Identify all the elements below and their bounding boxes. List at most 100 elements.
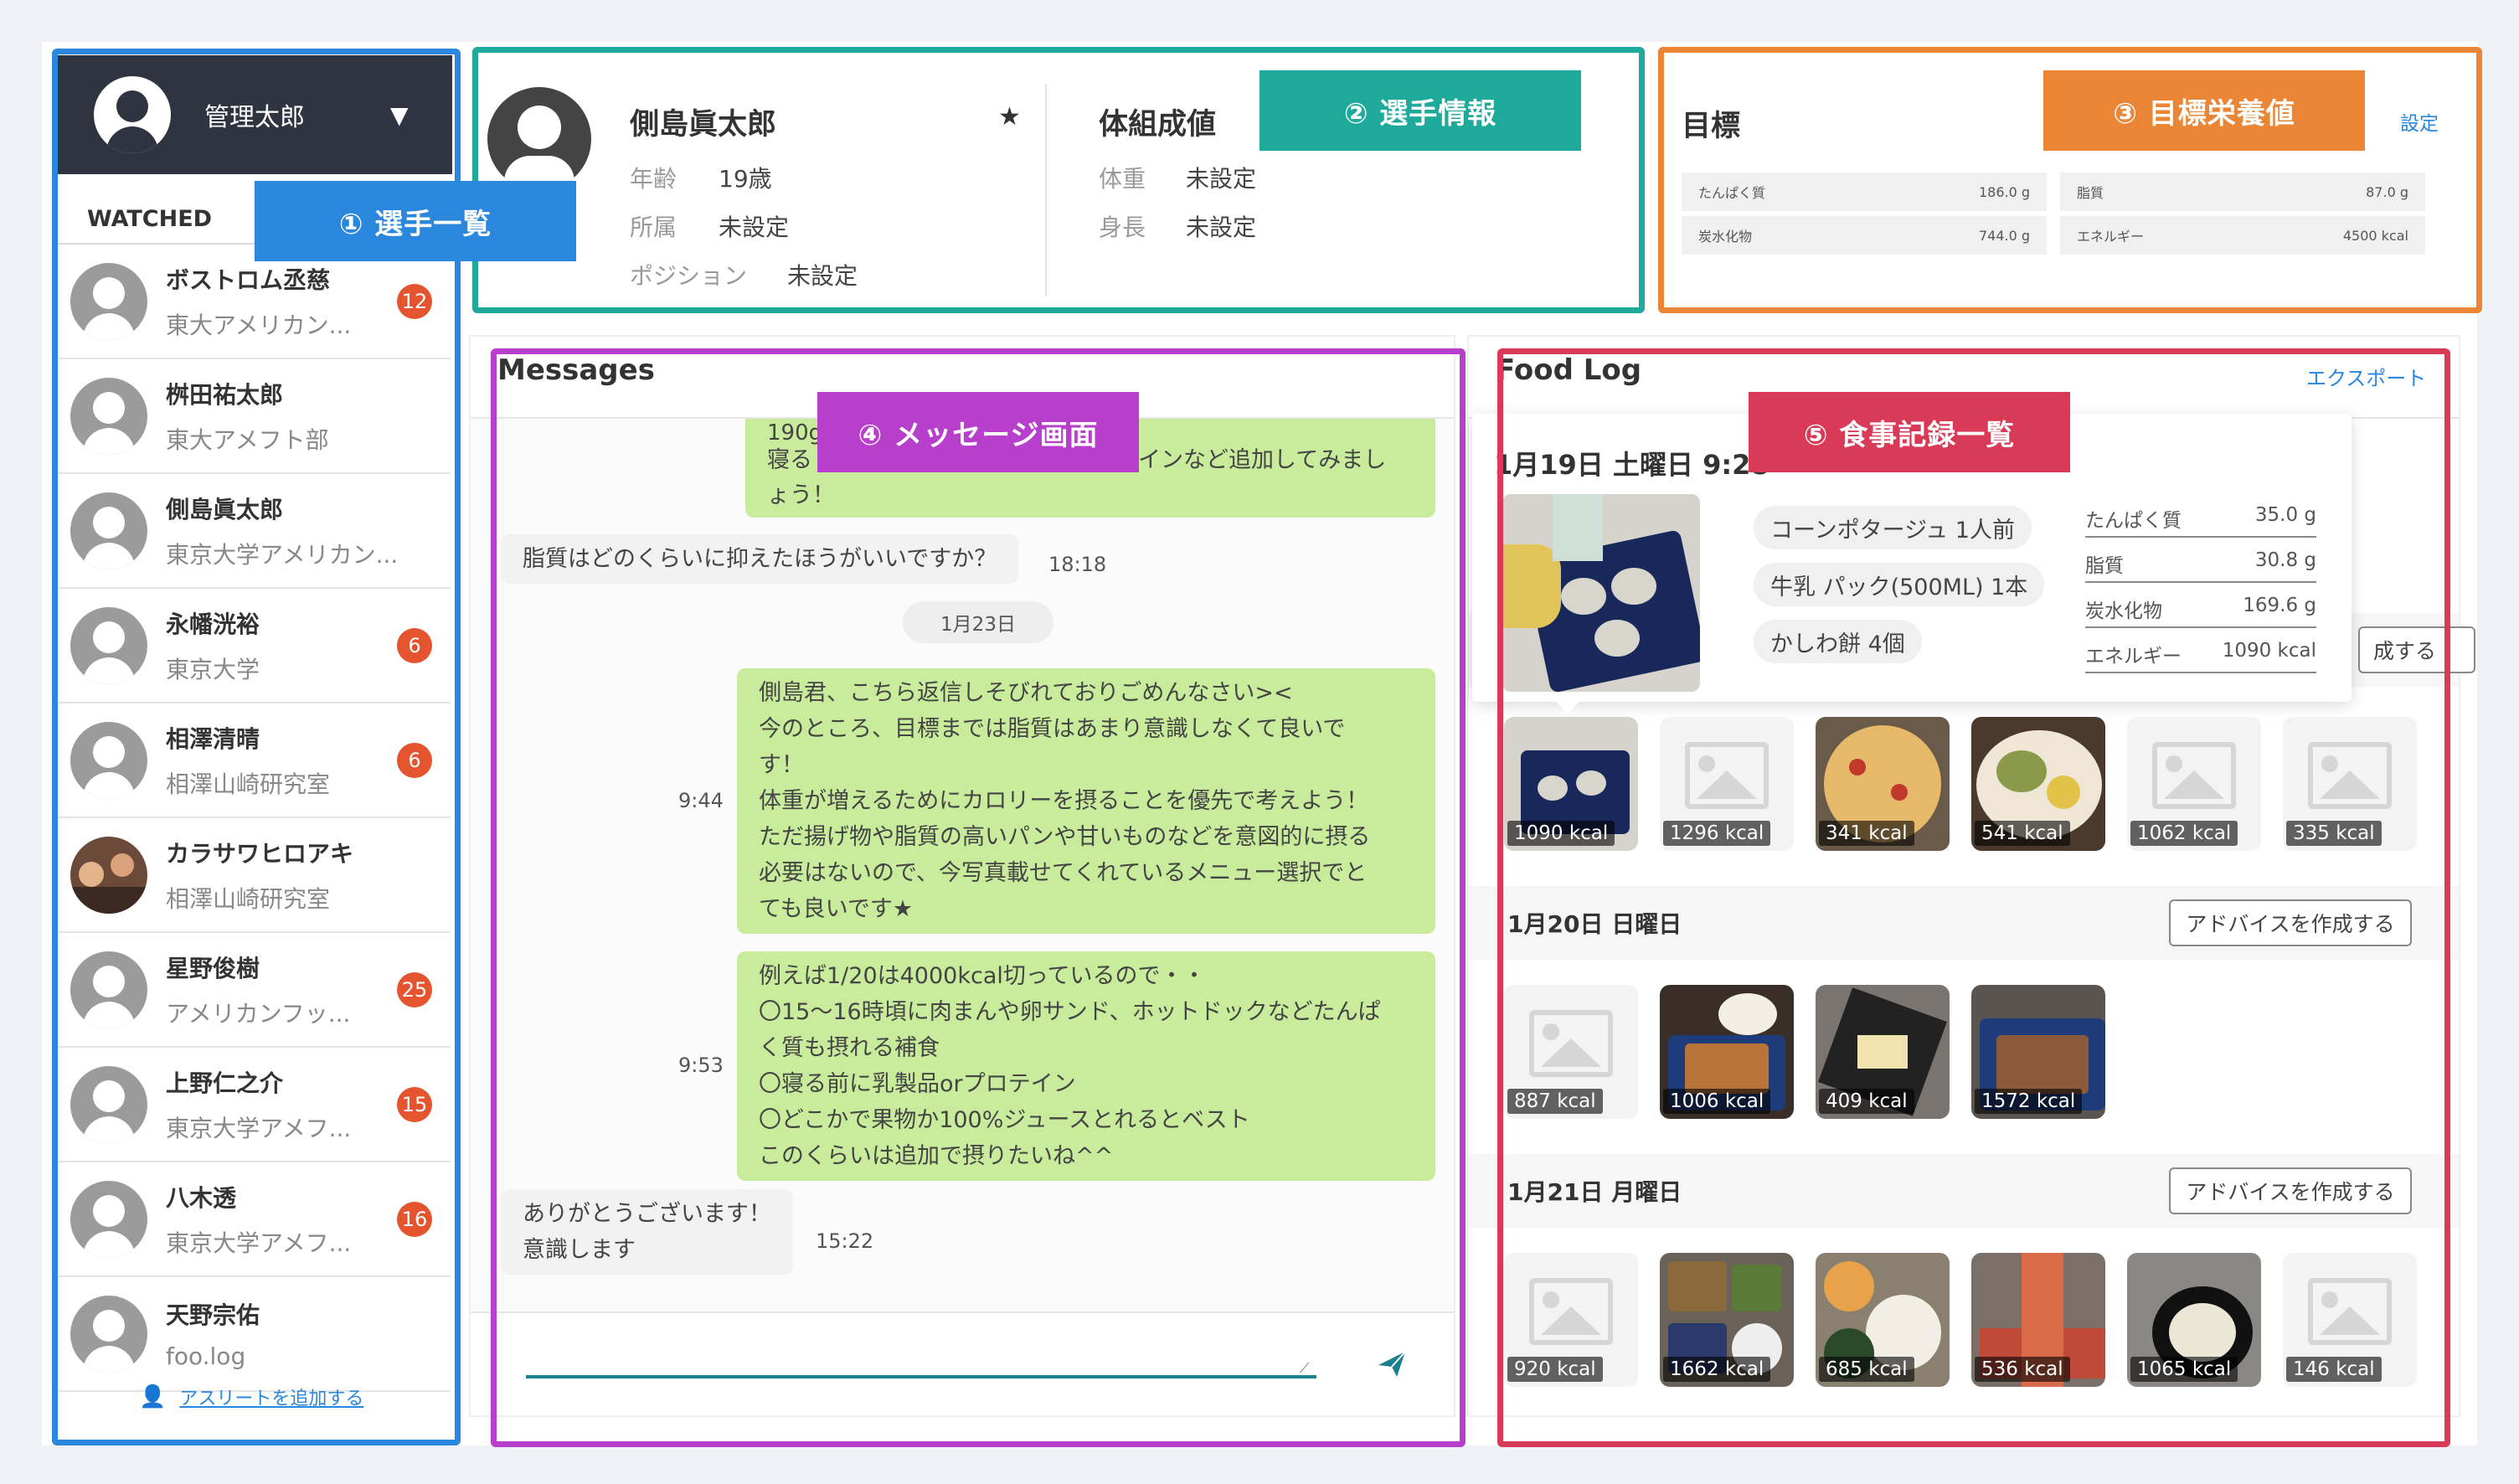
athlete-name: 桝田祐太郎 [166,380,284,409]
meal-kcal: 409 kcal [1819,1089,1914,1114]
athlete-list-item[interactable]: 側島眞太郎 東京大学アメリカン... [55,474,451,589]
meal-thumbnail[interactable]: 146 kcal [2283,1253,2417,1387]
meal-thumbnail[interactable]: 335 kcal [2283,717,2417,851]
dish-chip: コーンポタージュ 1人前 [1754,506,2032,549]
meal-thumbnail[interactable]: 1572 kcal [1971,985,2105,1119]
athlete-name: 相澤清晴 [166,724,260,753]
goal-fat: 脂質 87.0 g [2060,173,2425,211]
meal-kcal: 341 kcal [1819,821,1914,846]
add-athlete-link[interactable]: 👤 アスリートを追加する [139,1384,363,1410]
athlete-list-item[interactable]: 天野宗佑 foo.log [55,1277,451,1392]
athlete-photo-avatar [70,836,147,914]
chevron-down-icon[interactable]: ▼ [390,101,409,129]
athlete-team: 相澤山崎研究室 [166,770,331,798]
meal-datetime: 1月19日 土曜日 9:28 [1494,449,1769,481]
meal-kcal: 1006 kcal [1663,1089,1771,1114]
meal-thumbnail[interactable]: 1296 kcal [1660,717,1794,851]
athlete-avatar [70,951,147,1028]
athlete-list-item[interactable]: 桝田祐太郎 東大アメフト部 [55,359,451,474]
message-time: 9:44 [678,789,724,812]
goal-energy: エネルギー 4500 kcal [2060,216,2425,255]
athlete-team: 東京大学 [166,655,260,683]
athlete-list-item[interactable]: 相澤清晴相澤山崎研究室 6 [55,703,451,818]
message-line: 今のところ、目標までは脂質はあまり意識しなくて良いで [759,716,1346,742]
athlete-list-item[interactable]: ボストロム丞慈 東大アメリカン... 12 [55,245,451,359]
goals-title: 目標 [1682,110,1741,143]
athlete-list-item[interactable]: カラサワヒロアキ 相澤山崎研究室 [55,818,451,933]
body-title: 体組成値 [1099,108,1217,142]
player-name: 側島眞太郎 [630,108,777,142]
meal-kcal: 536 kcal [1975,1357,2070,1382]
meal-thumbnail[interactable]: 1662 kcal [1660,1253,1794,1387]
position-label: ポジション [630,262,748,290]
meal-kcal: 1090 kcal [1507,821,1615,846]
message-line: 〇寝る前に乳製品orプロテイン [759,1071,1076,1097]
meal-kcal: 146 kcal [2286,1357,2382,1382]
image-placeholder-icon [2308,1278,2392,1345]
goals-settings-link[interactable]: 設定 [2400,107,2439,136]
meal-carb: 炭水化物 169.6 g [2085,595,2316,628]
create-advice-button[interactable]: 成する [2358,626,2475,673]
unread-badge: 15 [397,1086,432,1122]
image-placeholder-icon [1529,1010,1613,1077]
athlete-list-item[interactable]: 八木透 東京大学アメフ... 16 [55,1162,451,1277]
athlete-avatar [70,262,147,340]
player-avatar [487,87,591,191]
meal-thumbnail[interactable]: 685 kcal [1816,1253,1950,1387]
image-placeholder-icon [1529,1278,1613,1345]
message-footer-divider [471,1311,1454,1313]
unread-badge: 6 [397,742,432,778]
meal-kcal: 1662 kcal [1663,1357,1771,1382]
athlete-name: カラサワヒロアキ [166,839,354,868]
goal-carb: 炭水化物 744.0 g [1682,216,2047,255]
athlete-team: 東大アメリカン... [166,311,352,339]
meal-kcal: 1296 kcal [1663,821,1771,846]
athlete-avatar [70,1295,147,1373]
create-advice-button[interactable]: アドバイスを作成する [2169,899,2412,946]
athlete-list-item[interactable]: 星野俊樹 アメリカンフッ... 25 [55,933,451,1048]
athlete-list-item[interactable]: 上野仁之介 東京大学アメフ... 15 [55,1048,451,1162]
foodlog-title: Food Log [1496,353,1642,387]
add-athlete-label: アスリートを追加する [179,1389,364,1409]
user-avatar [94,76,171,153]
message-time: 15:22 [816,1229,874,1253]
athlete-avatar [70,1065,147,1143]
meal-thumbnail[interactable]: 887 kcal [1504,985,1638,1119]
athlete-list-item[interactable]: 永幡洸裕 東京大学 6 [55,589,451,703]
add-user-icon: 👤 [139,1384,167,1409]
create-advice-button[interactable]: アドバイスを作成する [2169,1167,2412,1214]
message-line: く質も摂れる補食 [759,1035,940,1061]
affiliation-label: 所属 [630,214,677,241]
meal-thumbnail[interactable]: 1062 kcal [2127,717,2261,851]
goal-protein: たんぱく質 186.0 g [1682,173,2047,211]
meal-thumbnail[interactable]: 1065 kcal [2127,1253,2261,1387]
message-bubble: ありがとうございます！ 意識します [501,1189,793,1275]
meal-thumbnail[interactable]: 536 kcal [1971,1253,2105,1387]
meal-thumbnail[interactable]: 341 kcal [1816,717,1950,851]
meal-thumbnail[interactable]: 409 kcal [1816,985,1950,1119]
meal-thumbnail[interactable]: 920 kcal [1504,1253,1638,1387]
meal-thumbnail[interactable]: 1090 kcal [1504,717,1638,851]
user-menu[interactable]: 管理太郎 ▼ [55,55,452,174]
message-bubble: 側島君、こちら返信しそびれておりごめんなさい>< 今のところ、目標までは脂質はあま… [737,668,1435,934]
message-line: 〇どこかで果物か100%ジュースとれるとベスト [759,1107,1250,1133]
meal-kcal: 335 kcal [2286,821,2382,846]
favorite-star-icon[interactable]: ★ [998,102,1021,131]
meal-kcal: 541 kcal [1975,821,2070,846]
popup-pointer [1553,698,1583,714]
athlete-team: アメリカンフッ... [166,999,351,1028]
athlete-name: 永幡洸裕 [166,610,260,638]
meal-kcal: 1572 kcal [1975,1089,2083,1114]
messages-title: Messages [497,353,655,387]
meal-thumbnail[interactable]: 541 kcal [1971,717,2105,851]
callout-athlete-list: ① 選手一覧 [255,181,576,261]
meal-thumbnail[interactable]: 1006 kcal [1660,985,1794,1119]
foodlog-panel: Food Log エクスポート 成する 1月19日 土曜日 9:28 コーンポタ… [1467,335,2475,1417]
export-link[interactable]: エクスポート [2306,362,2426,391]
message-input[interactable] [526,1375,1316,1378]
message-scroll[interactable]: 190g 寝る テインなど追加してみまし ょう！ 脂質はどのくらいに抑えたほうが… [471,419,1454,1311]
message-line: ただ揚げ物や脂質の高いパンや甘いものなどを意図的に摂る [759,824,1371,850]
callout-player-info: ② 選手情報 [1260,70,1581,151]
send-icon[interactable] [1375,1347,1409,1380]
height-label: 身長 [1099,214,1146,241]
